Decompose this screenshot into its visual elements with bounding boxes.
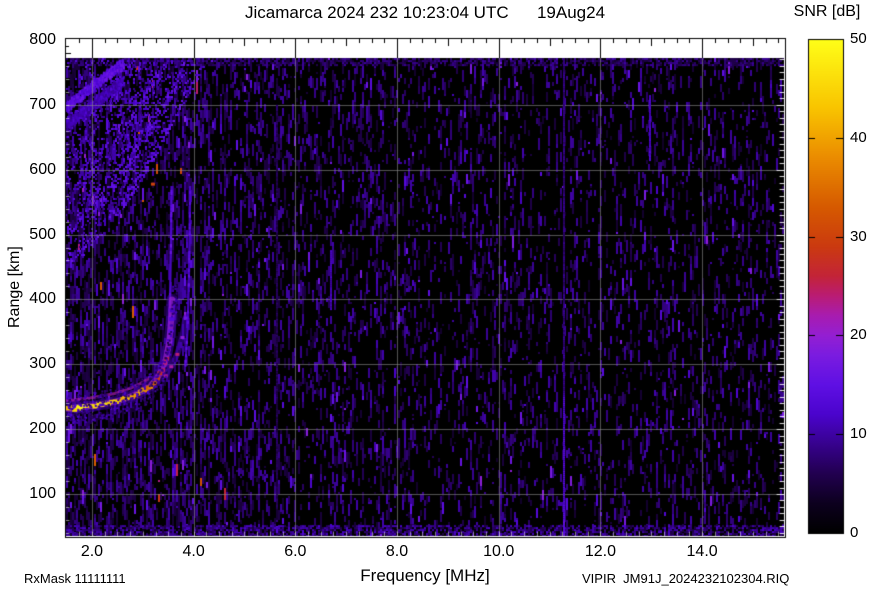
page-title: Jicamarca 2024 232 10:23:04 UTC 19Aug24 <box>244 3 606 22</box>
y-tick-label: 200 <box>29 420 56 438</box>
colorbar-tick-label: 30 <box>850 227 867 245</box>
colorbar-title: SNR [dB] <box>793 3 861 20</box>
colorbar-tick-label: 0 <box>850 524 859 541</box>
x-tick-label: 2.0 <box>80 543 104 560</box>
x-tick-label: 8.0 <box>385 543 409 560</box>
y-tick-label: 400 <box>29 290 56 308</box>
y-tick-label: 700 <box>29 95 56 113</box>
x-tick-label: 6.0 <box>284 543 307 560</box>
y-tick-label: 300 <box>29 355 56 373</box>
x-tick-label: 12.0 <box>584 543 616 560</box>
colorbar-tick-label: 10 <box>850 425 867 443</box>
x-tick-label: 10.0 <box>483 543 515 560</box>
x-tick-label: 4.0 <box>182 543 205 560</box>
y-tick-label: 100 <box>29 484 56 502</box>
y-tick-label: 800 <box>29 30 56 48</box>
ionogram-heatmap-canvas <box>0 0 874 595</box>
y-tick-label: 500 <box>29 225 56 243</box>
ionogram-figure: Jicamarca 2024 232 10:23:04 UTC 19Aug24 … <box>0 0 874 595</box>
data-file-name: VIPIR JM91J_2024232102304.RIQ <box>582 571 790 586</box>
colorbar-tick-label: 40 <box>850 128 867 146</box>
colorbar-tick-label: 20 <box>850 326 867 344</box>
x-tick-label: 14.0 <box>686 543 718 560</box>
y-tick-label: 600 <box>29 160 56 178</box>
colorbar-tick-label: 50 <box>850 30 867 47</box>
